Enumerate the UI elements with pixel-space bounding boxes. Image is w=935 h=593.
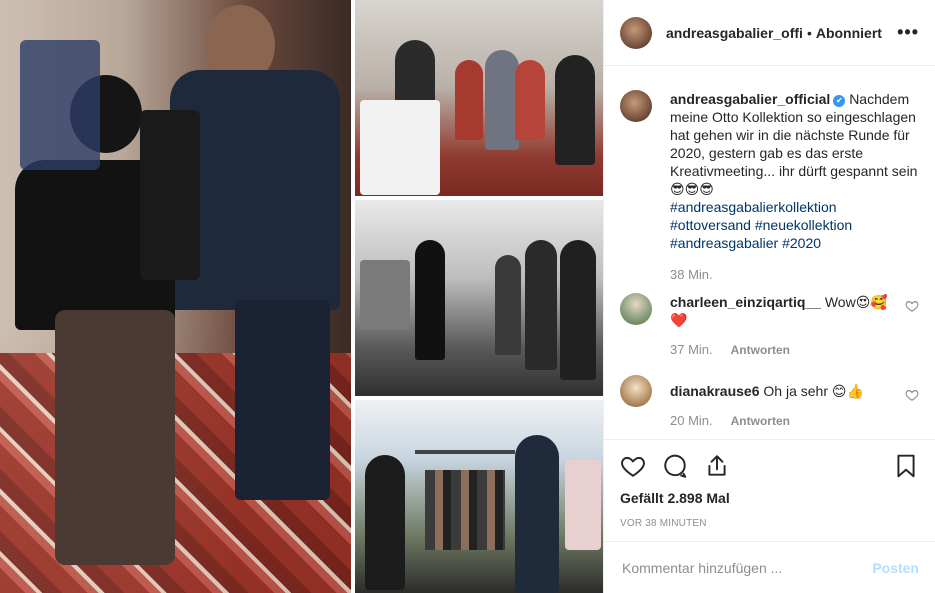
comment-like-heart-icon[interactable] (905, 299, 919, 313)
author-username[interactable]: andreasgabalier_offi (666, 25, 803, 41)
photo-meeting-bw (355, 200, 603, 396)
hashtag-link[interactable]: #ottoversand (670, 217, 751, 233)
author-avatar[interactable] (620, 16, 652, 49)
commenter-avatar[interactable] (620, 293, 652, 325)
photo-team-meeting (355, 0, 603, 196)
header-separator: • (806, 24, 812, 41)
caption-avatar[interactable] (620, 90, 652, 122)
commenter-avatar[interactable] (620, 375, 652, 407)
hashtag-link[interactable]: #neuekollektion (755, 217, 852, 233)
comment-composer: Posten (604, 541, 935, 593)
comment-bubble-icon[interactable] (662, 453, 688, 479)
comment-text: Oh ja sehr 😊👍 (763, 383, 864, 399)
photo-fitting-session (0, 0, 351, 593)
follow-status-button[interactable]: Abonniert (816, 25, 882, 41)
comment-item: charleen_einziqartiq__ Wow😍🥰❤️ 37 Min. A… (620, 293, 919, 359)
hashtag-link[interactable]: #2020 (782, 235, 821, 251)
comment-input[interactable] (620, 558, 873, 577)
caption-meta: 38 Min. (670, 266, 919, 284)
post-media-collage[interactable] (0, 0, 603, 593)
likes-count[interactable]: Gefällt 2.898 Mal (620, 490, 919, 506)
hashtag-link[interactable]: #andreasgabalierkollektion (670, 199, 837, 215)
comment-time[interactable]: 20 Min. (670, 412, 713, 430)
post-actions: Gefällt 2.898 Mal VOR 38 MINUTEN (604, 439, 935, 529)
photo-clothes-rack (355, 400, 603, 593)
caption-time[interactable]: 38 Min. (670, 266, 713, 284)
reply-button[interactable]: Antworten (731, 341, 790, 359)
caption-username[interactable]: andreasgabalier_official (670, 91, 830, 107)
caption-item: andreasgabalier_official ✔ Nachdem meine … (620, 66, 919, 284)
bookmark-icon[interactable] (893, 453, 919, 479)
share-icon[interactable] (704, 453, 730, 479)
action-bar (620, 452, 919, 480)
post-comment-button[interactable]: Posten (872, 560, 919, 576)
heart-icon[interactable] (620, 453, 646, 479)
comment-meta: 37 Min. Antworten (670, 341, 899, 359)
comments-list[interactable]: andreasgabalier_official ✔ Nachdem meine … (604, 66, 935, 439)
instagram-post: andreasgabalier_offi • Abonniert ••• and… (0, 0, 935, 593)
comment-item: dianakrause6 Oh ja sehr 😊👍 20 Min. Antwo… (620, 375, 919, 430)
comment-username[interactable]: charleen_einziqartiq__ (670, 294, 821, 310)
post-side-panel: andreasgabalier_offi • Abonniert ••• and… (603, 0, 935, 593)
comment-like-heart-icon[interactable] (905, 388, 919, 402)
comment-username[interactable]: dianakrause6 (670, 383, 760, 399)
hashtag-link[interactable]: #andreasgabalier (670, 235, 778, 251)
more-options-button[interactable]: ••• (897, 22, 919, 43)
comment-meta: 20 Min. Antworten (670, 412, 899, 430)
comment-time[interactable]: 37 Min. (670, 341, 713, 359)
post-header: andreasgabalier_offi • Abonniert ••• (604, 0, 935, 66)
post-time-ago[interactable]: VOR 38 MINUTEN (620, 518, 919, 529)
verified-badge-icon: ✔ (833, 95, 846, 107)
reply-button[interactable]: Antworten (731, 412, 790, 430)
